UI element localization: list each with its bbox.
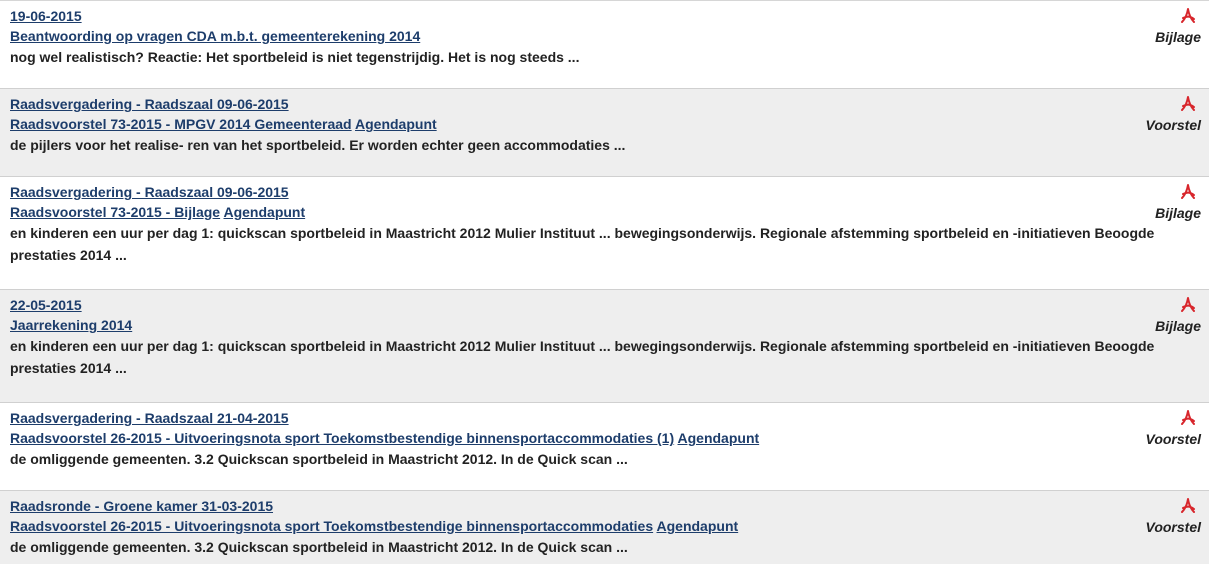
- result-snippet: de omliggende gemeenten. 3.2 Quickscan s…: [10, 539, 628, 555]
- result-heading-line: Raadsvergadering - Raadszaal 09-06-2015: [10, 182, 1199, 202]
- result-heading-line: Raadsronde - Groene kamer 31-03-2015: [10, 496, 1199, 516]
- result-heading-link[interactable]: Raadsvergadering - Raadszaal 09-06-2015: [10, 184, 289, 200]
- result-title-link[interactable]: Raadsvoorstel 26-2015 - Uitvoeringsnota …: [10, 430, 674, 446]
- document-type-label: Bijlage: [1155, 29, 1201, 45]
- result-title-link[interactable]: Raadsvoorstel 73-2015 - MPGV 2014 Gemeen…: [10, 116, 352, 132]
- result-heading-link[interactable]: Raadsvergadering - Raadszaal 09-06-2015: [10, 96, 289, 112]
- pdf-icon[interactable]: [1179, 95, 1197, 113]
- result-item: Raadsvergadering - Raadszaal 09-06-2015 …: [0, 89, 1209, 177]
- result-title-line: Raadsvoorstel 26-2015 - Uitvoeringsnota …: [10, 428, 1199, 448]
- result-item: 19-06-2015 Beantwoording op vragen CDA m…: [0, 1, 1209, 89]
- result-snippet: en kinderen een uur per dag 1: quickscan…: [10, 338, 1155, 376]
- result-item: Raadsvergadering - Raadszaal 21-04-2015 …: [0, 403, 1209, 491]
- result-heading-link[interactable]: 19-06-2015: [10, 8, 82, 24]
- result-heading-line: 22-05-2015: [10, 295, 1199, 315]
- result-item: 22-05-2015 Jaarrekening 2014 en kinderen…: [0, 290, 1209, 403]
- result-title-line: Beantwoording op vragen CDA m.b.t. gemee…: [10, 26, 1199, 46]
- pdf-icon[interactable]: [1179, 183, 1197, 201]
- result-heading-link[interactable]: 22-05-2015: [10, 297, 82, 313]
- agendapunt-link[interactable]: Agendapunt: [223, 204, 305, 220]
- result-item: Raadsvergadering - Raadszaal 09-06-2015 …: [0, 177, 1209, 290]
- result-heading-link[interactable]: Raadsronde - Groene kamer 31-03-2015: [10, 498, 273, 514]
- pdf-icon[interactable]: [1179, 409, 1197, 427]
- agendapunt-link[interactable]: Agendapunt: [657, 518, 739, 534]
- document-type-label: Bijlage: [1155, 205, 1201, 221]
- result-heading-line: Raadsvergadering - Raadszaal 09-06-2015: [10, 94, 1199, 114]
- agendapunt-link[interactable]: Agendapunt: [678, 430, 760, 446]
- document-type-label: Bijlage: [1155, 318, 1201, 334]
- agendapunt-link[interactable]: Agendapunt: [355, 116, 437, 132]
- result-snippet: de pijlers voor het realise- ren van het…: [10, 137, 626, 153]
- result-heading-link[interactable]: Raadsvergadering - Raadszaal 21-04-2015: [10, 410, 289, 426]
- document-type-label: Voorstel: [1145, 117, 1202, 133]
- result-snippet: de omliggende gemeenten. 3.2 Quickscan s…: [10, 451, 628, 467]
- pdf-icon[interactable]: [1179, 497, 1197, 515]
- result-title-link[interactable]: Jaarrekening 2014: [10, 317, 132, 333]
- result-snippet: en kinderen een uur per dag 1: quickscan…: [10, 225, 1155, 263]
- result-title-line: Raadsvoorstel 26-2015 - Uitvoeringsnota …: [10, 516, 1199, 536]
- result-snippet: nog wel realistisch? Reactie: Het sportb…: [10, 49, 580, 65]
- pdf-icon[interactable]: [1179, 296, 1197, 314]
- pdf-icon[interactable]: [1179, 7, 1197, 25]
- result-heading-line: Raadsvergadering - Raadszaal 21-04-2015: [10, 408, 1199, 428]
- result-title-line: Raadsvoorstel 73-2015 - Bijlage Agendapu…: [10, 202, 1199, 222]
- result-title-line: Jaarrekening 2014: [10, 315, 1199, 335]
- result-heading-line: 19-06-2015: [10, 6, 1199, 26]
- result-title-link[interactable]: Beantwoording op vragen CDA m.b.t. gemee…: [10, 28, 420, 44]
- result-title-link[interactable]: Raadsvoorstel 26-2015 - Uitvoeringsnota …: [10, 518, 653, 534]
- result-item: Raadsronde - Groene kamer 31-03-2015 Raa…: [0, 491, 1209, 564]
- search-results-list: 19-06-2015 Beantwoording op vragen CDA m…: [0, 0, 1209, 564]
- document-type-label: Voorstel: [1145, 519, 1202, 535]
- document-type-label: Voorstel: [1145, 431, 1202, 447]
- result-title-line: Raadsvoorstel 73-2015 - MPGV 2014 Gemeen…: [10, 114, 1199, 134]
- result-title-link[interactable]: Raadsvoorstel 73-2015 - Bijlage: [10, 204, 220, 220]
